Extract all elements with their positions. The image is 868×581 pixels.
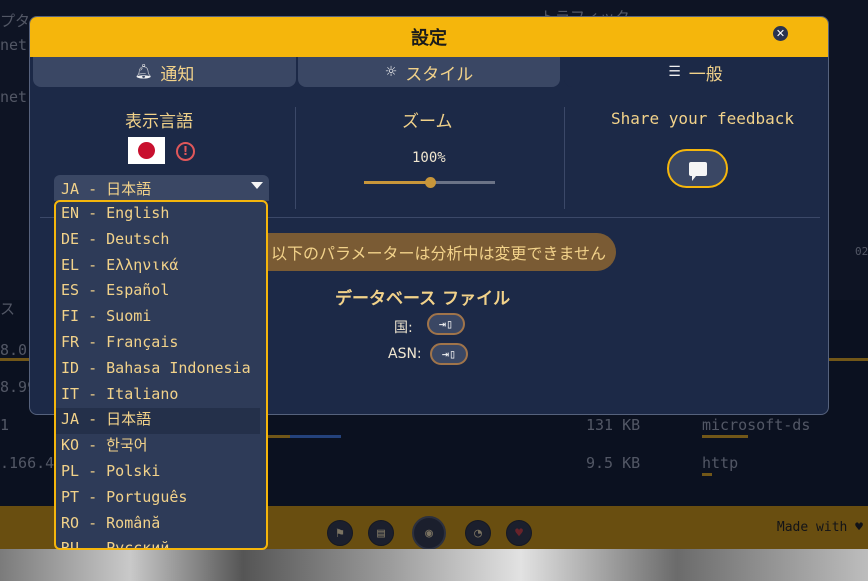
bell-icon: 🔔︎ <box>134 64 153 80</box>
chevron-down-icon <box>251 182 263 189</box>
zoom-slider-thumb[interactable] <box>424 177 436 188</box>
modal-title: 設定 <box>411 28 447 49</box>
japan-flag-icon <box>128 137 165 164</box>
tab-general[interactable]: ☰ 一般 <box>564 57 827 87</box>
language-option[interactable]: DE - Deutsch <box>56 228 266 254</box>
country-db-button[interactable]: ⇥▯ <box>427 313 465 335</box>
language-title: 表示言語 <box>125 112 193 132</box>
language-option[interactable]: ES - Español <box>56 279 266 305</box>
asn-db-label: ASN: <box>388 346 422 362</box>
language-option[interactable]: PT - Português <box>56 486 266 512</box>
language-select[interactable]: JA - 日本語 <box>54 175 269 201</box>
language-option[interactable]: RO - Română <box>56 512 266 538</box>
tab-style[interactable]: ☼ スタイル <box>298 57 560 87</box>
tab-label: 通知 <box>160 64 195 85</box>
background-photo <box>0 549 868 581</box>
zoom-slider-fill <box>364 181 430 184</box>
file-import-icon: ⇥▯ <box>438 317 454 331</box>
zoom-title: ズーム <box>402 112 453 132</box>
language-option[interactable]: FR - Français <box>56 331 266 357</box>
language-select-value: JA - 日本語 <box>61 179 152 198</box>
file-import-icon: ⇥▯ <box>441 347 457 361</box>
zoom-slider[interactable] <box>364 177 495 188</box>
language-options-list[interactable]: EN - English DE - Deutsch EL - Ελληνικά ES … <box>54 200 268 550</box>
language-option[interactable]: KO - 한국어 <box>56 434 266 460</box>
warning-icon[interactable]: ! <box>176 142 195 161</box>
zoom-value: 100% <box>412 150 446 166</box>
column-divider <box>295 107 296 209</box>
sun-icon: ☼ <box>384 64 398 80</box>
feedback-title: Share your feedback <box>611 109 795 128</box>
tab-label: スタイル <box>405 64 474 85</box>
language-option[interactable]: PL - Polski <box>56 460 266 486</box>
language-option[interactable]: ID - Bahasa Indonesia <box>56 357 266 383</box>
language-option[interactable]: EN - English <box>56 202 266 228</box>
language-option[interactable]: IT - Italiano <box>56 383 266 409</box>
column-divider <box>564 107 565 209</box>
language-option[interactable]: JA - 日本語 <box>56 408 260 435</box>
modal-header: 設定 ✕ <box>30 17 828 57</box>
language-option[interactable]: FI - Suomi <box>56 305 266 331</box>
feedback-button[interactable] <box>667 149 728 188</box>
asn-db-button[interactable]: ⇥▯ <box>430 343 468 365</box>
country-db-label: 国: <box>394 320 413 336</box>
tab-bar: 🔔︎ 通知 ☼ スタイル ☰ 一般 <box>30 57 828 89</box>
language-option[interactable]: RU - Русский <box>56 537 266 548</box>
language-option[interactable]: EL - Ελληνικά <box>56 254 266 280</box>
tab-notifications[interactable]: 🔔︎ 通知 <box>33 57 296 87</box>
list-icon: ☰ <box>668 64 681 80</box>
chat-bubble-icon <box>688 161 707 181</box>
tab-label: 一般 <box>688 64 723 85</box>
database-title: データベース ファイル <box>335 289 511 309</box>
close-icon[interactable]: ✕ <box>773 26 788 41</box>
